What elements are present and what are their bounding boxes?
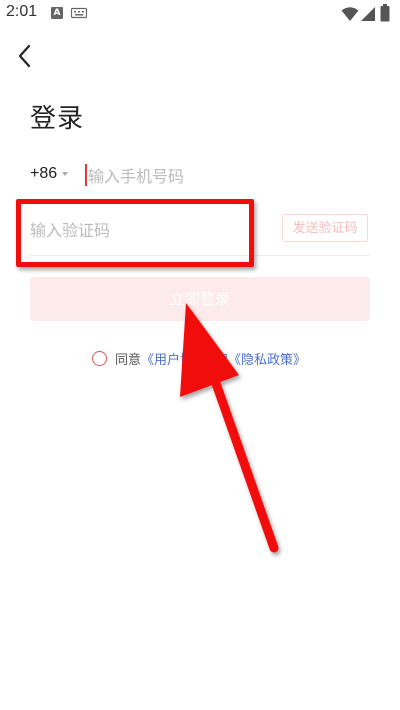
agreement-text: 同意《用户协 和《隐私政策》 (115, 349, 306, 368)
a-icon: A (51, 7, 63, 19)
agreement-prefix: 同意 (115, 353, 142, 368)
privacy-policy-link[interactable]: 《隐私政策》 (228, 353, 306, 368)
caret-down-icon[interactable] (62, 172, 68, 176)
keyboard-icon (71, 7, 87, 19)
verification-code-input[interactable] (30, 218, 240, 242)
user-agreement-link[interactable]: 《用户协 (141, 353, 193, 368)
login-button[interactable]: 立即登录 (30, 277, 370, 321)
divider (30, 255, 370, 256)
wifi-icon (341, 7, 359, 21)
battery-icon (380, 4, 390, 22)
text-cursor (85, 164, 87, 186)
country-code-selector[interactable]: +86 (30, 165, 57, 183)
status-bar: 2:01 A (0, 0, 400, 28)
chevron-left-icon (18, 44, 31, 68)
signal-icon (361, 7, 375, 21)
send-code-button[interactable]: 发送验证码 (282, 214, 368, 242)
back-button[interactable] (10, 40, 42, 72)
status-time: 2:01 (6, 3, 38, 20)
agree-checkbox[interactable] (92, 351, 107, 366)
phone-input[interactable] (88, 165, 358, 187)
page-title: 登录 (30, 104, 85, 134)
conjunction: 和 (215, 353, 229, 368)
